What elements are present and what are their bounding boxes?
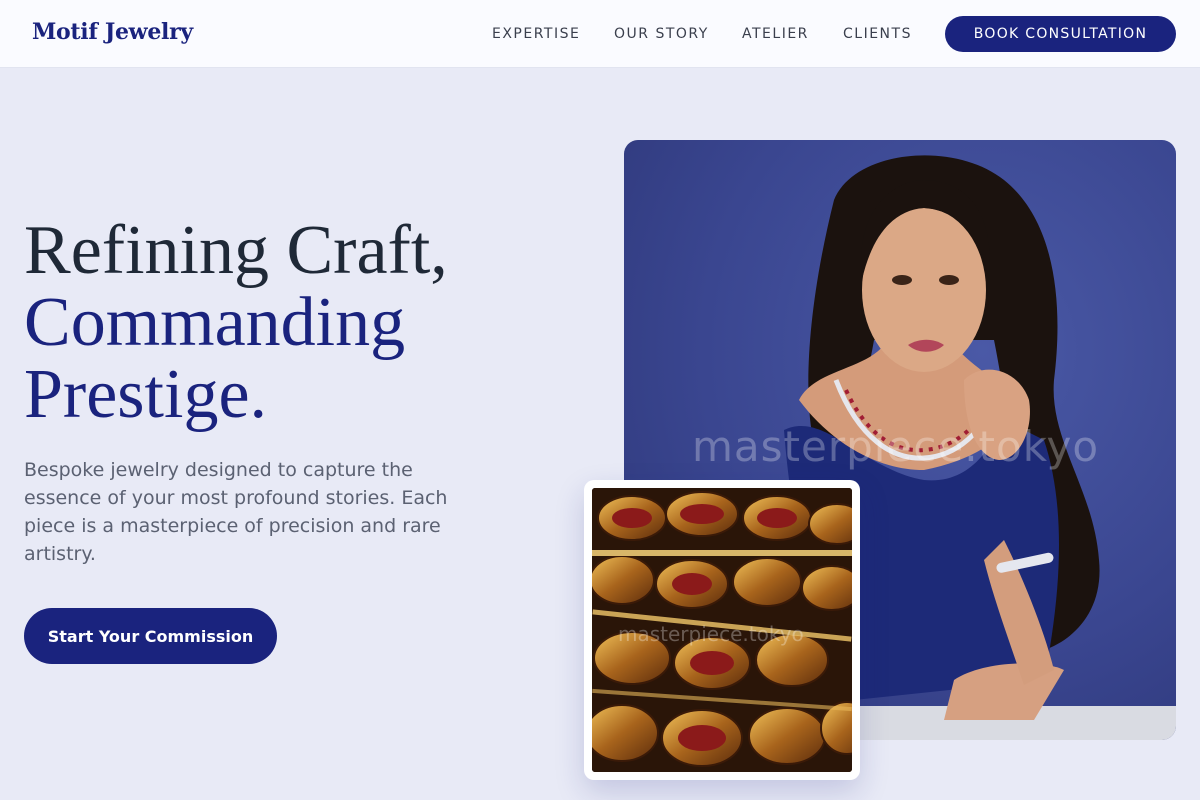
nav-link-atelier[interactable]: ATELIER xyxy=(742,26,809,42)
nav-link-clients[interactable]: CLIENTS xyxy=(843,26,912,42)
bangles-photo: masterpiece.tokyo xyxy=(592,488,852,772)
hero-description: Bespoke jewelry designed to capture the … xyxy=(24,459,448,565)
portrait-watermark: masterpiece.tokyo xyxy=(692,422,1100,471)
hero-headline: Refining Craft, Commanding Prestige. xyxy=(24,215,584,431)
nav-link-expertise[interactable]: EXPERTISE xyxy=(492,26,580,42)
site-header: Motif Jewelry EXPERTISE OUR STORY ATELIE… xyxy=(0,0,1200,68)
headline-line-3: Prestige. xyxy=(24,356,268,433)
start-commission-button[interactable]: Start Your Commission xyxy=(24,608,277,664)
headline-line-2: Commanding xyxy=(24,284,406,361)
nav-link-our-story[interactable]: OUR STORY xyxy=(614,26,709,42)
bangles-watermark: masterpiece.tokyo xyxy=(618,622,804,646)
headline-line-1: Refining Craft, xyxy=(24,212,448,289)
book-consultation-button[interactable]: BOOK CONSULTATION xyxy=(945,16,1176,52)
bangles-image-card: masterpiece.tokyo xyxy=(584,480,860,780)
